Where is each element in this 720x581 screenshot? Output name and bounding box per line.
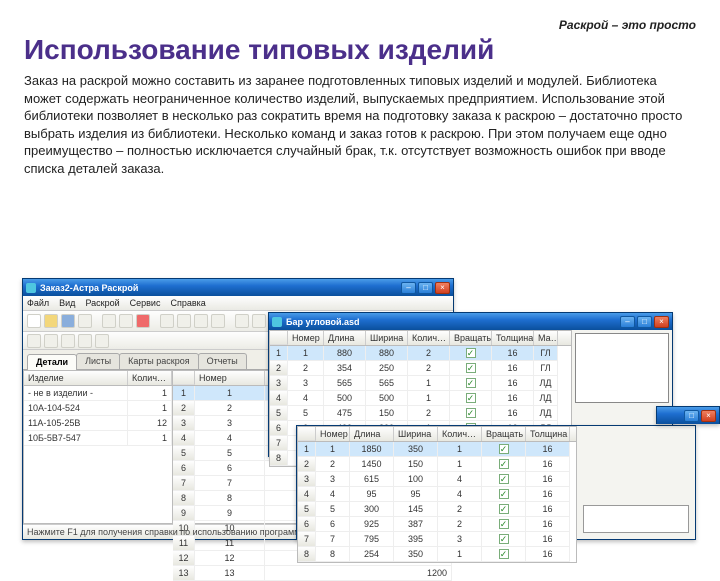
tab-reports[interactable]: Отчеты: [198, 353, 247, 369]
col-thick[interactable]: Толщина: [526, 427, 570, 441]
toolbtn-icon[interactable]: [211, 314, 225, 328]
col-thick[interactable]: Толщина: [492, 331, 534, 345]
checkbox-icon[interactable]: ✓: [466, 378, 476, 388]
col-rotate[interactable]: Вращать: [482, 427, 526, 441]
toolbtn-play-icon[interactable]: [136, 314, 150, 328]
minimize-button[interactable]: –: [620, 316, 635, 328]
tab-details[interactable]: Детали: [27, 354, 77, 370]
table-row[interactable]: 11А-105-25В12: [24, 416, 172, 431]
page-title: Использование типовых изделий: [24, 34, 696, 66]
table-row[interactable]: 882543501✓16: [298, 547, 576, 562]
window-title: Бар угловой.asd: [286, 317, 616, 327]
table-row[interactable]: 223542502✓16ГЛ: [270, 361, 571, 376]
checkbox-icon[interactable]: ✓: [499, 534, 509, 544]
toolbtn-icon[interactable]: [194, 314, 208, 328]
col-len[interactable]: Длина: [350, 427, 394, 441]
menu-service[interactable]: Сервис: [130, 298, 161, 308]
table-row[interactable]: 335655651✓16ЛД: [270, 376, 571, 391]
close-button[interactable]: ×: [701, 410, 716, 422]
table-row[interactable]: 1118503501✓16: [298, 442, 576, 457]
products-grid[interactable]: Изделие Колич… - не в изделии -110А-104-…: [23, 370, 173, 524]
col-width[interactable]: Ширина: [366, 331, 408, 345]
checkbox-icon[interactable]: ✓: [499, 549, 509, 559]
menu-cut[interactable]: Раскрой: [85, 298, 119, 308]
col-rotate[interactable]: Вращать: [450, 331, 492, 345]
table-row[interactable]: 13131200: [173, 566, 452, 581]
col-num[interactable]: Номер: [316, 427, 350, 441]
toolbtn-new-icon[interactable]: [27, 314, 41, 328]
col-qty[interactable]: Колич…: [408, 331, 450, 345]
parts-grid[interactable]: Номер Длина Ширина Колич… Вращать Толщин…: [297, 426, 577, 563]
toolbtn-icon[interactable]: [95, 334, 109, 348]
col-qty[interactable]: Колич…: [438, 427, 482, 441]
col-product[interactable]: Изделие: [24, 371, 128, 385]
preview-panel: [575, 333, 669, 403]
table-row[interactable]: 445005001✓16ЛД: [270, 391, 571, 406]
menu-help[interactable]: Справка: [170, 298, 205, 308]
toolbtn-icon[interactable]: [235, 314, 249, 328]
window-item: Номер Длина Ширина Колич… Вращать Толщин…: [296, 425, 696, 540]
toolbtn-open-icon[interactable]: [44, 314, 58, 328]
toolbtn-save-icon[interactable]: [61, 314, 75, 328]
tagline: Раскрой – это просто: [24, 18, 696, 32]
col-len[interactable]: Длина: [324, 331, 366, 345]
app-icon: [26, 283, 36, 293]
checkbox-icon[interactable]: ✓: [466, 348, 476, 358]
checkbox-icon[interactable]: ✓: [499, 519, 509, 529]
maximize-button[interactable]: □: [418, 282, 433, 294]
table-row[interactable]: 118808802✓16ГЛ: [270, 346, 571, 361]
toolbtn-icon[interactable]: [44, 334, 58, 348]
toolbtn-redo-icon[interactable]: [119, 314, 133, 328]
preview-panel: [583, 505, 689, 533]
checkbox-icon[interactable]: ✓: [499, 444, 509, 454]
table-row[interactable]: 2214501501✓16: [298, 457, 576, 472]
minimize-button[interactable]: –: [401, 282, 416, 294]
table-row[interactable]: 669253872✓16: [298, 517, 576, 532]
table-row[interactable]: 10А-104-5241: [24, 401, 172, 416]
maximize-button[interactable]: □: [637, 316, 652, 328]
tab-maps[interactable]: Карты раскроя: [119, 353, 198, 369]
checkbox-icon[interactable]: ✓: [499, 474, 509, 484]
close-button[interactable]: ×: [435, 282, 450, 294]
toolbtn-icon[interactable]: [252, 314, 266, 328]
table-row[interactable]: 10Б-5В7-5471: [24, 431, 172, 446]
table-row[interactable]: 553001452✓16: [298, 502, 576, 517]
col-qty[interactable]: Колич…: [128, 371, 172, 385]
body-text: Заказ на раскрой можно составить из зара…: [24, 72, 696, 177]
menubar: Файл Вид Раскрой Сервис Справка: [23, 296, 453, 311]
toolbtn-undo-icon[interactable]: [102, 314, 116, 328]
col-mat[interactable]: Ма…: [534, 331, 558, 345]
titlebar[interactable]: Заказ2-Астра Раскрой – □ ×: [23, 279, 453, 296]
toolbtn-icon[interactable]: [160, 314, 174, 328]
menu-view[interactable]: Вид: [59, 298, 75, 308]
close-button[interactable]: ×: [654, 316, 669, 328]
checkbox-icon[interactable]: ✓: [499, 504, 509, 514]
window-title: Заказ2-Астра Раскрой: [40, 283, 397, 293]
table-row[interactable]: - не в изделии -1: [24, 386, 172, 401]
app-icon: [272, 317, 282, 327]
tab-sheets[interactable]: Листы: [76, 353, 120, 369]
checkbox-icon[interactable]: ✓: [499, 459, 509, 469]
col-num[interactable]: Номер: [195, 371, 265, 385]
maximize-button[interactable]: □: [684, 410, 699, 422]
toolbtn-icon[interactable]: [61, 334, 75, 348]
window-background: □ ×: [656, 406, 720, 424]
table-row[interactable]: 554751502✓16ЛД: [270, 406, 571, 421]
checkbox-icon[interactable]: ✓: [466, 408, 476, 418]
checkbox-icon[interactable]: ✓: [466, 363, 476, 373]
checkbox-icon[interactable]: ✓: [466, 393, 476, 403]
table-row[interactable]: 336151004✓16: [298, 472, 576, 487]
checkbox-icon[interactable]: ✓: [499, 489, 509, 499]
col-num[interactable]: Номер: [288, 331, 324, 345]
table-row[interactable]: 4495954✓16: [298, 487, 576, 502]
toolbtn-icon[interactable]: [27, 334, 41, 348]
toolbtn-print-icon[interactable]: [78, 314, 92, 328]
col-width[interactable]: Ширина: [394, 427, 438, 441]
toolbtn-icon[interactable]: [177, 314, 191, 328]
menu-file[interactable]: Файл: [27, 298, 49, 308]
toolbtn-icon[interactable]: [78, 334, 92, 348]
